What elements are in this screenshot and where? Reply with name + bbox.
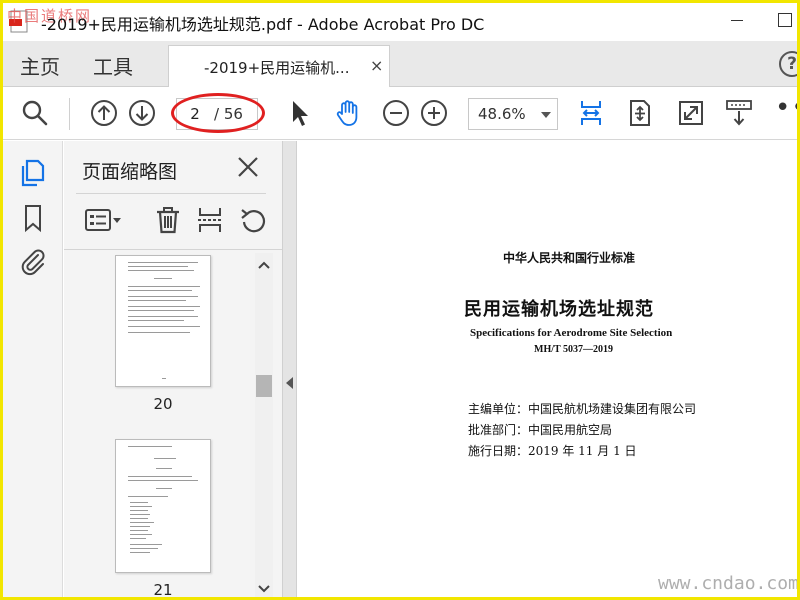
page-number-input[interactable] [181, 102, 209, 126]
maximize-button[interactable] [778, 13, 792, 27]
thumbnail-page-label: 20 [153, 395, 173, 413]
minimize-button[interactable] [731, 20, 743, 21]
panel-divider [76, 193, 266, 194]
toolbar-divider [69, 98, 70, 130]
zoom-level-select[interactable]: 48.6% [468, 98, 558, 130]
close-panel-icon[interactable] [234, 153, 262, 181]
main-toolbar: / 56 48.6% ••• [3, 88, 797, 140]
document-tab-label: -2019+民用运输机... [204, 59, 350, 77]
page-thumbnails-icon[interactable] [18, 158, 48, 188]
document-view[interactable]: 中华人民共和国行业标准 民用运输机场选址规范 Specifications fo… [298, 141, 797, 597]
effective-date: 施行日期：2019 年 11 月 1 日 [468, 444, 637, 458]
tab-document[interactable]: -2019+民用运输机... × [168, 45, 390, 87]
scroll-up-icon[interactable] [255, 255, 273, 275]
full-screen-icon[interactable] [676, 98, 706, 128]
watermark-text: www.cndao.com [658, 573, 799, 594]
zoom-level-value: 48.6% [478, 105, 526, 123]
app-window: 中国道桥网 -2019+民用运输机场选址规范.pdf - Adobe Acrob… [0, 0, 800, 600]
thumbnail-scrollbar[interactable] [255, 253, 273, 597]
previous-page-icon[interactable] [89, 98, 119, 128]
approving-department: 批准部门：中国民用航空局 [468, 423, 613, 437]
select-pointer-icon[interactable] [285, 98, 315, 128]
scroll-down-icon[interactable] [255, 579, 273, 597]
page-thumbnail[interactable] [115, 439, 211, 573]
fit-page-icon[interactable] [625, 98, 655, 128]
document-header: 中华人民共和国行业标准 [503, 251, 636, 265]
document-code: MH/T 5037—2019 [534, 344, 613, 355]
chevron-down-icon [541, 112, 551, 118]
page-number-box: / 56 [176, 98, 258, 130]
thumbnail-page-label: 21 [153, 581, 173, 599]
close-tab-icon[interactable]: × [370, 56, 383, 75]
next-page-icon[interactable] [127, 98, 157, 128]
hand-tool-icon[interactable] [333, 98, 363, 128]
page-total-label: / 56 [214, 105, 243, 123]
compiling-unit: 主编单位：中国民航机场建设集团有限公司 [468, 402, 697, 416]
document-title-english: Specifications for Aerodrome Site Select… [470, 327, 673, 339]
tab-home[interactable]: 主页 [20, 51, 60, 80]
search-icon[interactable] [20, 98, 50, 128]
scroll-mode-icon[interactable] [724, 98, 754, 128]
panel-splitter[interactable] [282, 141, 297, 597]
rotate-page-icon[interactable] [238, 205, 268, 235]
window-title: -2019+民用运输机场选址规范.pdf - Adobe Acrobat Pro… [41, 15, 485, 34]
zoom-out-icon[interactable] [381, 98, 411, 128]
panel-divider [64, 249, 282, 250]
navigation-rail [3, 141, 63, 597]
title-bar: 中国道桥网 -2019+民用运输机场选址规范.pdf - Adobe Acrob… [3, 3, 797, 41]
tab-bar: 主页 工具 -2019+民用运输机... × ? [3, 41, 797, 87]
tab-tools[interactable]: 工具 [93, 51, 133, 80]
help-icon[interactable]: ? [779, 51, 797, 77]
thumbnail-options-icon[interactable] [84, 205, 124, 235]
panel-title: 页面缩略图 [82, 161, 178, 183]
split-page-icon[interactable] [195, 205, 225, 235]
delete-page-icon[interactable] [153, 205, 183, 235]
attachment-icon[interactable] [18, 247, 48, 277]
bookmark-icon[interactable] [18, 203, 48, 233]
scrollbar-thumb[interactable] [256, 375, 272, 397]
collapse-panel-icon[interactable] [286, 377, 293, 389]
document-title: 民用运输机场选址规范 [464, 299, 654, 320]
zoom-in-icon[interactable] [419, 98, 449, 128]
more-options-icon[interactable]: ••• [775, 95, 797, 121]
fit-width-icon[interactable] [576, 98, 606, 128]
page-thumbnails-panel: 页面缩略图 20 21 [64, 141, 282, 599]
page-thumbnail[interactable] [115, 255, 211, 387]
